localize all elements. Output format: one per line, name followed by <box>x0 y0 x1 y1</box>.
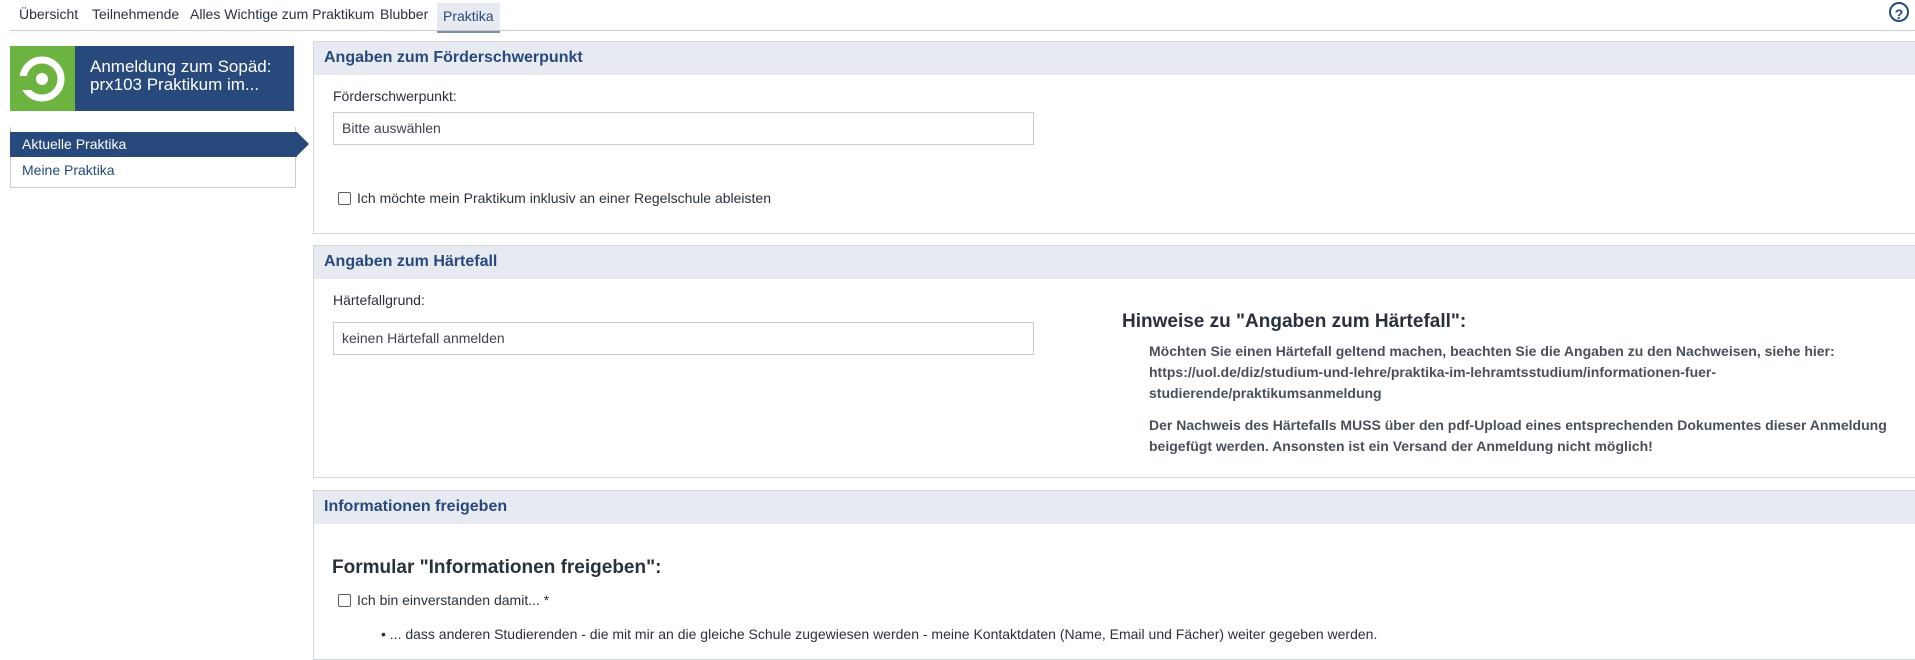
sidebar-item-meine-praktika[interactable]: Meine Praktika <box>22 162 115 178</box>
course-title: Anmeldung zum Sopäd: prx103 Praktikum im… <box>90 57 272 94</box>
section-title: Angaben zum Förderschwerpunkt <box>314 42 1915 75</box>
consent-bullet: • ... dass anderen Studierenden - die mi… <box>381 626 1378 642</box>
tab-teilnehmende[interactable]: Teilnehmende <box>92 6 179 22</box>
help-icon[interactable]: ? <box>1889 2 1909 22</box>
hint-paragraph-2: Der Nachweis des Härtefalls MUSS über de… <box>1149 415 1909 457</box>
hint-line: Der Nachweis des Härtefalls MUSS über de… <box>1149 417 1887 433</box>
course-logo-icon <box>10 46 75 111</box>
tab-bar: Übersicht Teilnehmende Alles Wichtige zu… <box>0 0 1915 33</box>
inklusiv-checkbox-label: Ich möchte mein Praktikum inklusiv an ei… <box>357 190 771 206</box>
foerderschwerpunkt-select[interactable]: Bitte auswählen <box>333 112 1034 145</box>
section-title: Informationen freigeben <box>314 491 1915 524</box>
section-haertefall: Angaben zum Härtefall Härtefallgrund: ke… <box>313 245 1915 478</box>
section-foerderschwerpunkt: Angaben zum Förderschwerpunkt Förderschw… <box>313 41 1915 234</box>
einverstanden-checkbox[interactable] <box>338 594 351 607</box>
tab-bar-divider <box>10 30 1915 31</box>
hint-link[interactable]: studierende/praktikumsanmeldung <box>1149 383 1909 404</box>
hint-paragraph-1: Möchten Sie einen Härtefall geltend mach… <box>1149 341 1909 404</box>
hint-line: Möchten Sie einen Härtefall geltend mach… <box>1149 343 1835 359</box>
sidebar-item-aktuelle-praktika[interactable]: Aktuelle Praktika <box>10 132 309 157</box>
form-title: Formular "Informationen freigeben": <box>332 557 662 578</box>
inklusiv-checkbox[interactable] <box>338 192 351 205</box>
einverstanden-checkbox-label: Ich bin einverstanden damit... * <box>357 592 550 608</box>
hint-link[interactable]: https://uol.de/diz/studium-und-lehre/pra… <box>1149 362 1909 383</box>
tab-uebersicht[interactable]: Übersicht <box>19 6 78 22</box>
tab-alles-wichtige[interactable]: Alles Wichtige zum Praktikum <box>190 6 374 22</box>
tab-blubber[interactable]: Blubber <box>380 6 428 22</box>
hint-line: beigefügt werden. Ansonsten ist ein Vers… <box>1149 438 1653 454</box>
hint-title: Hinweise zu "Angaben zum Härtefall": <box>1122 311 1467 332</box>
field-label: Härtefallgrund: <box>333 292 425 308</box>
section-informationen: Informationen freigeben Formular "Inform… <box>313 490 1915 660</box>
haertefall-select[interactable]: keinen Härtefall anmelden <box>333 322 1034 355</box>
course-header: Anmeldung zum Sopäd: prx103 Praktikum im… <box>10 46 294 111</box>
field-label: Förderschwerpunkt: <box>333 88 457 104</box>
section-title: Angaben zum Härtefall <box>314 246 1915 279</box>
tab-praktika[interactable]: Praktika <box>437 3 500 33</box>
